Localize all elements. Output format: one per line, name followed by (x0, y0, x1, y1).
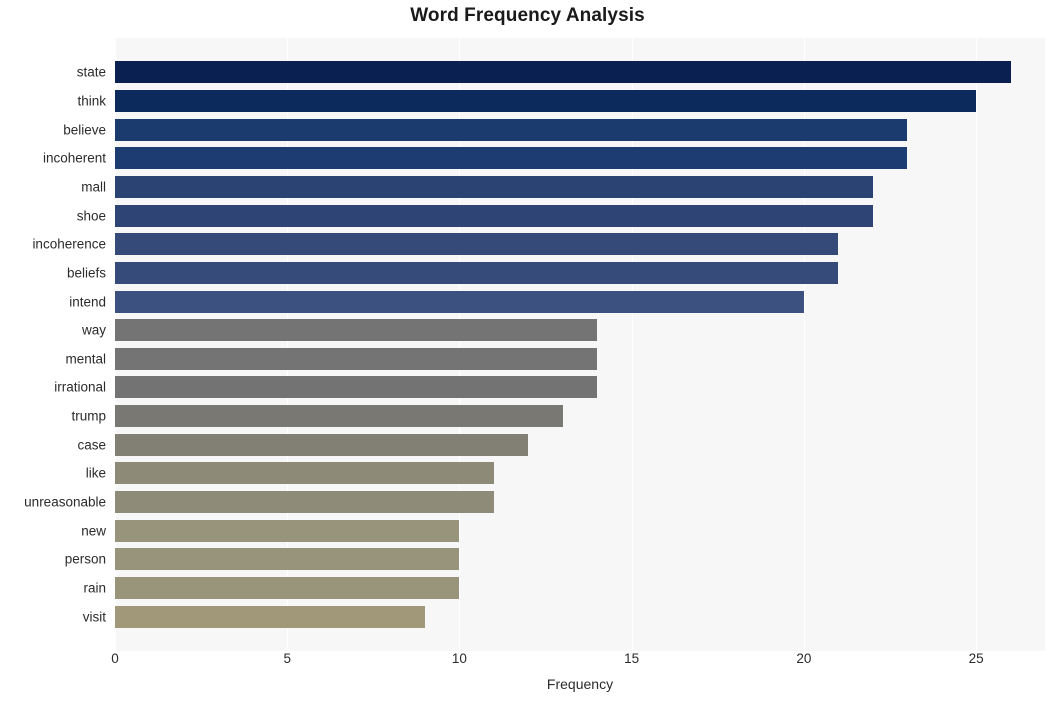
bar-mental (115, 347, 598, 370)
bar-row (115, 345, 1045, 374)
bar-row (115, 230, 1045, 259)
y-tick-label-state: state (76, 64, 106, 80)
bar-like (115, 462, 494, 485)
bar-irrational (115, 376, 598, 399)
x-tick-label: 20 (796, 651, 812, 666)
bar-visit (115, 605, 425, 628)
bar-row (115, 516, 1045, 545)
bar-row (115, 201, 1045, 230)
bar-believe (115, 118, 908, 141)
bar-rain (115, 576, 460, 599)
y-tick-label-mental: mental (65, 351, 106, 367)
y-tick-label-visit: visit (82, 608, 106, 624)
y-tick-label-incoherence: incoherence (32, 236, 106, 252)
bar-row (115, 574, 1045, 603)
y-tick-label-irrational: irrational (54, 379, 106, 395)
y-tick-label-rain: rain (83, 580, 106, 596)
y-tick-label-person: person (64, 551, 106, 567)
y-tick-label-like: like (85, 465, 106, 481)
bar-row (115, 459, 1045, 488)
bar-new (115, 519, 460, 542)
bar-shoe (115, 204, 873, 227)
bar-row (115, 58, 1045, 87)
bar-unreasonable (115, 491, 494, 514)
y-tick-label-believe: believe (63, 121, 106, 137)
bar-incoherence (115, 233, 839, 256)
bar-row (115, 259, 1045, 288)
bar-mall (115, 175, 873, 198)
y-tick-label-case: case (77, 437, 106, 452)
bar-row (115, 316, 1045, 345)
page-title: Word Frequency Analysis (410, 5, 645, 26)
bar-row (115, 602, 1045, 631)
y-tick-label-incoherent: incoherent (42, 150, 106, 166)
bar-row (115, 545, 1045, 574)
y-tick-label-intend: intend (69, 293, 106, 309)
y-tick-label-way: way (81, 322, 106, 338)
bar-row (115, 430, 1045, 459)
bar-trump (115, 405, 563, 428)
bar-way (115, 319, 598, 342)
bar-row (115, 144, 1045, 173)
bar-beliefs (115, 261, 839, 284)
y-tick-label-new: new (81, 522, 106, 538)
x-axis-label: Frequency (546, 676, 614, 692)
bar-row (115, 87, 1045, 116)
bar-case (115, 433, 529, 456)
bar-row (115, 173, 1045, 202)
y-tick-label-shoe: shoe (76, 207, 106, 223)
x-tick-label: 0 (111, 651, 119, 666)
x-axis-ticks: 0 5 10 15 20 25 (111, 651, 1045, 674)
x-tick-label: 25 (968, 651, 984, 666)
bar-row (115, 115, 1045, 144)
chart-figure: Word Frequency Analysis state think believ… (0, 0, 1055, 701)
bar-row (115, 373, 1045, 402)
y-tick-label-mall: mall (81, 179, 106, 195)
y-tick-label-unreasonable: unreasonable (24, 494, 106, 510)
bar-think (115, 90, 977, 112)
bar-row (115, 287, 1045, 316)
bar-intend (115, 290, 804, 313)
x-tick-label: 10 (451, 651, 467, 666)
bar-state (115, 61, 1011, 84)
bar-person (115, 548, 460, 571)
x-tick-label: 5 (283, 651, 291, 666)
y-tick-label-think: think (77, 93, 106, 109)
y-tick-label-beliefs: beliefs (66, 265, 106, 281)
y-tick-label-trump: trump (71, 408, 106, 424)
bar-row (115, 402, 1045, 431)
bar-incoherent (115, 147, 908, 170)
y-axis-labels: state think believe incoherent mall shoe incoh… (0, 38, 106, 651)
x-tick-label: 15 (624, 651, 640, 666)
plot-area (115, 38, 1045, 651)
bar-row (115, 488, 1045, 517)
